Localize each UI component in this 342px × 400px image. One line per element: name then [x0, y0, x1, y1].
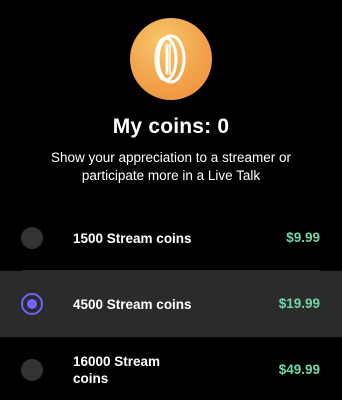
option-price: $19.99 [278, 296, 320, 311]
coins-description: Show your appreciation to a streamer or … [50, 150, 292, 183]
option-label: 4500 Stream coins [73, 297, 192, 312]
coins-balance-title: My coins: 0 [112, 115, 230, 138]
coin-option-4500[interactable]: 4500 Stream coins $19.99 [0, 271, 342, 337]
option-label: 1500 Stream coins [73, 231, 192, 246]
option-price: $49.99 [278, 362, 320, 377]
coin-option-1500[interactable]: 1500 Stream coins $9.99 [0, 205, 342, 271]
coin-badge [130, 18, 212, 100]
radio-unselected[interactable] [21, 227, 43, 249]
option-price: $9.99 [286, 230, 320, 245]
coin-icon [154, 34, 186, 84]
radio-selected[interactable] [21, 293, 43, 315]
option-label: 16000 Stream coins [73, 354, 161, 386]
radio-unselected[interactable] [21, 359, 43, 381]
coin-option-16000[interactable]: 16000 Stream coins $49.99 [0, 337, 342, 400]
